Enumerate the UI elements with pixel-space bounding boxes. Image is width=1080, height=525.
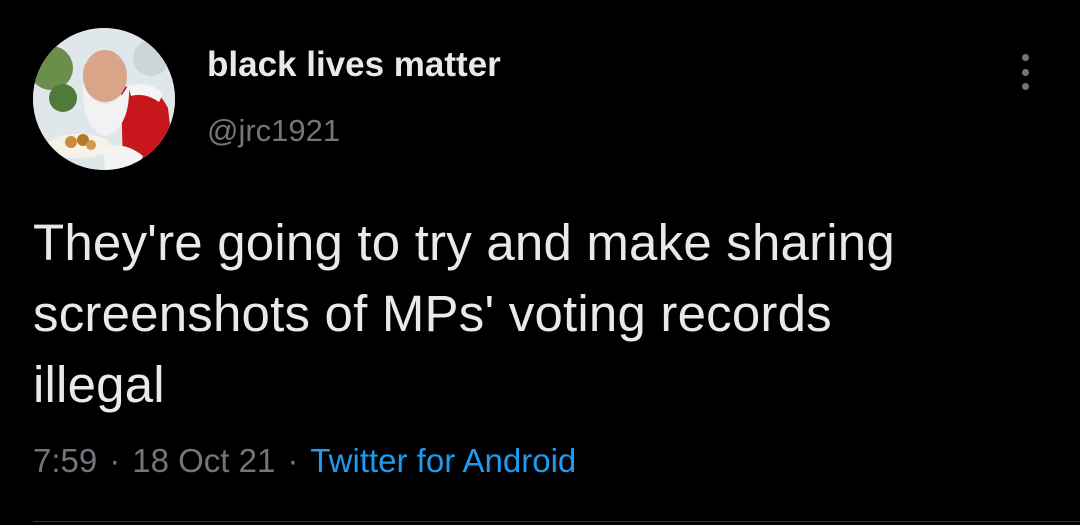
more-vertical-icon bbox=[1021, 54, 1029, 61]
tweet-time[interactable]: 7:59 bbox=[33, 442, 97, 479]
tweet-meta: 7:59 · 18 Oct 21 · Twitter for Android bbox=[33, 442, 576, 480]
tweet-text-line: illegal bbox=[33, 356, 165, 413]
tweet-text-line: screenshots of MPs' voting records bbox=[33, 285, 832, 342]
display-name[interactable]: black lives matter bbox=[207, 45, 501, 85]
tweet-card: black lives matter @jrc1921 They're goin… bbox=[0, 0, 1080, 525]
tweet-text: They're going to try and make sharing sc… bbox=[33, 207, 1053, 420]
profile-photo-icon bbox=[33, 28, 175, 170]
tweet-source-link[interactable]: Twitter for Android bbox=[310, 442, 576, 479]
avatar[interactable] bbox=[33, 28, 175, 170]
meta-separator: · bbox=[287, 442, 299, 479]
divider bbox=[33, 521, 1080, 522]
more-vertical-icon bbox=[1021, 83, 1029, 90]
more-vertical-icon bbox=[1021, 68, 1029, 76]
meta-separator: · bbox=[109, 442, 121, 479]
user-handle[interactable]: @jrc1921 bbox=[207, 113, 340, 149]
tweet-text-line: They're going to try and make sharing bbox=[33, 214, 895, 271]
more-options-button[interactable] bbox=[1010, 50, 1040, 94]
tweet-date[interactable]: 18 Oct 21 bbox=[132, 442, 275, 479]
